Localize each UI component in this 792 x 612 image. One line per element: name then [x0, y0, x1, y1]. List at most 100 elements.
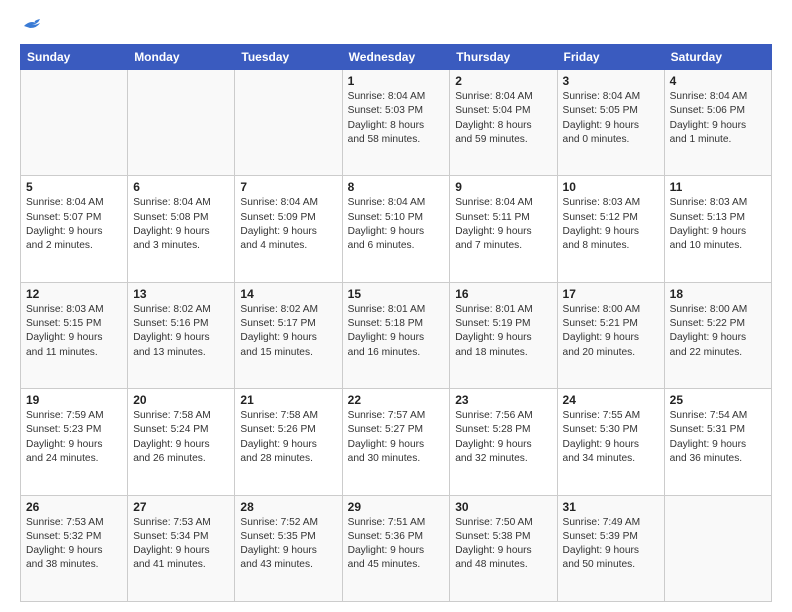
day-info: Sunrise: 8:03 AMSunset: 5:13 PMDaylight:… [670, 196, 766, 253]
calendar-cell: 10Sunrise: 8:03 AMSunset: 5:12 PMDayligh… [557, 176, 664, 282]
day-number: 25 [670, 393, 766, 407]
calendar-cell: 13 Sunrise: 8:02 AMSunset: 5:16 PMDayligh… [128, 282, 235, 388]
calendar-cell: 4 Sunrise: 8:04 AMSunset: 5:06 PMDaylight… [664, 70, 771, 176]
calendar-cell: 27 Sunrise: 7:53 AMSunset: 5:34 PMDayligh… [128, 495, 235, 601]
day-number: 7 [240, 180, 336, 194]
day-number: 24 [563, 393, 659, 407]
calendar-cell: 7 Sunrise: 8:04 AMSunset: 5:09 PMDaylight… [235, 176, 342, 282]
calendar-cell: 8 Sunrise: 8:04 AMSunset: 5:10 PMDaylight… [342, 176, 450, 282]
calendar-cell: 14Sunrise: 8:02 AMSunset: 5:17 PMDayligh… [235, 282, 342, 388]
page: SundayMondayTuesdayWednesdayThursdayFrid… [0, 0, 792, 612]
day-number: 31 [563, 500, 659, 514]
day-info: Sunrise: 8:00 AMSunset: 5:22 PMDaylight:… [670, 303, 766, 360]
calendar-cell: 29Sunrise: 7:51 AMSunset: 5:36 PMDayligh… [342, 495, 450, 601]
weekday-header-tuesday: Tuesday [235, 45, 342, 70]
logo [20, 18, 42, 34]
calendar-week-4: 19Sunrise: 7:59 AMSunset: 5:23 PMDayligh… [21, 389, 772, 495]
day-number: 26 [26, 500, 122, 514]
day-info: Sunrise: 8:01 AMSunset: 5:18 PMDaylight:… [348, 303, 445, 360]
calendar-cell: 2 Sunrise: 8:04 AMSunset: 5:04 PMDaylight… [450, 70, 557, 176]
calendar-cell: 1Sunrise: 8:04 AMSunset: 5:03 PMDaylight… [342, 70, 450, 176]
day-number: 28 [240, 500, 336, 514]
day-number: 17 [563, 287, 659, 301]
day-info: Sunrise: 8:04 AMSunset: 5:06 PMDaylight:… [670, 90, 766, 147]
calendar-cell: 6Sunrise: 8:04 AMSunset: 5:08 PMDaylight… [128, 176, 235, 282]
calendar-header-row: SundayMondayTuesdayWednesdayThursdayFrid… [21, 45, 772, 70]
day-number: 14 [240, 287, 336, 301]
day-info: Sunrise: 8:03 AMSunset: 5:15 PMDaylight:… [26, 303, 122, 360]
day-number: 2 [455, 74, 551, 88]
day-info: Sunrise: 8:04 AMSunset: 5:09 PMDaylight:… [240, 196, 336, 253]
day-info: Sunrise: 8:00 AMSunset: 5:21 PMDaylight:… [563, 303, 659, 360]
day-info: Sunrise: 7:49 AMSunset: 5:39 PMDaylight:… [563, 516, 659, 573]
calendar-table: SundayMondayTuesdayWednesdayThursdayFrid… [20, 44, 772, 602]
day-info: Sunrise: 7:53 AMSunset: 5:34 PMDaylight:… [133, 516, 229, 573]
day-number: 3 [563, 74, 659, 88]
calendar-cell: 26 Sunrise: 7:53 AMSunset: 5:32 PMDayligh… [21, 495, 128, 601]
day-number: 5 [26, 180, 122, 194]
calendar-cell: 3 Sunrise: 8:04 AMSunset: 5:05 PMDaylight… [557, 70, 664, 176]
day-number: 11 [670, 180, 766, 194]
weekday-header-monday: Monday [128, 45, 235, 70]
day-number: 20 [133, 393, 229, 407]
calendar-cell: 12 Sunrise: 8:03 AMSunset: 5:15 PMDayligh… [21, 282, 128, 388]
day-info: Sunrise: 8:04 AMSunset: 5:10 PMDaylight:… [348, 196, 445, 253]
header [20, 18, 772, 34]
day-number: 30 [455, 500, 551, 514]
day-number: 27 [133, 500, 229, 514]
calendar-cell: 23 Sunrise: 7:56 AMSunset: 5:28 PMDayligh… [450, 389, 557, 495]
calendar-cell [235, 70, 342, 176]
day-number: 9 [455, 180, 551, 194]
calendar-cell: 24 Sunrise: 7:55 AMSunset: 5:30 PMDayligh… [557, 389, 664, 495]
day-info: Sunrise: 7:56 AMSunset: 5:28 PMDaylight:… [455, 409, 551, 466]
calendar-cell: 11 Sunrise: 8:03 AMSunset: 5:13 PMDayligh… [664, 176, 771, 282]
day-number: 18 [670, 287, 766, 301]
day-number: 16 [455, 287, 551, 301]
weekday-header-wednesday: Wednesday [342, 45, 450, 70]
calendar-cell [664, 495, 771, 601]
calendar-cell [128, 70, 235, 176]
weekday-header-saturday: Saturday [664, 45, 771, 70]
logo-bird-icon [22, 18, 42, 34]
calendar-cell: 31 Sunrise: 7:49 AMSunset: 5:39 PMDayligh… [557, 495, 664, 601]
calendar-cell: 9 Sunrise: 8:04 AMSunset: 5:11 PMDaylight… [450, 176, 557, 282]
calendar-cell: 17 Sunrise: 8:00 AMSunset: 5:21 PMDayligh… [557, 282, 664, 388]
day-number: 13 [133, 287, 229, 301]
day-info: Sunrise: 7:51 AMSunset: 5:36 PMDaylight:… [348, 516, 445, 573]
day-number: 19 [26, 393, 122, 407]
day-number: 12 [26, 287, 122, 301]
day-info: Sunrise: 7:58 AMSunset: 5:24 PMDaylight:… [133, 409, 229, 466]
calendar-week-1: 1Sunrise: 8:04 AMSunset: 5:03 PMDaylight… [21, 70, 772, 176]
day-number: 23 [455, 393, 551, 407]
day-info: Sunrise: 8:04 AMSunset: 5:04 PMDaylight:… [455, 90, 551, 147]
weekday-header-sunday: Sunday [21, 45, 128, 70]
calendar-cell: 25Sunrise: 7:54 AMSunset: 5:31 PMDayligh… [664, 389, 771, 495]
day-info: Sunrise: 7:55 AMSunset: 5:30 PMDaylight:… [563, 409, 659, 466]
calendar-cell: 16 Sunrise: 8:01 AMSunset: 5:19 PMDayligh… [450, 282, 557, 388]
day-number: 6 [133, 180, 229, 194]
calendar-cell: 19Sunrise: 7:59 AMSunset: 5:23 PMDayligh… [21, 389, 128, 495]
day-number: 21 [240, 393, 336, 407]
day-info: Sunrise: 7:50 AMSunset: 5:38 PMDaylight:… [455, 516, 551, 573]
calendar-cell: 20 Sunrise: 7:58 AMSunset: 5:24 PMDayligh… [128, 389, 235, 495]
calendar-cell: 18 Sunrise: 8:00 AMSunset: 5:22 PMDayligh… [664, 282, 771, 388]
day-number: 22 [348, 393, 445, 407]
calendar-cell: 5 Sunrise: 8:04 AMSunset: 5:07 PMDaylight… [21, 176, 128, 282]
day-info: Sunrise: 8:04 AMSunset: 5:05 PMDaylight:… [563, 90, 659, 147]
day-number: 10 [563, 180, 659, 194]
day-info: Sunrise: 8:04 AMSunset: 5:07 PMDaylight:… [26, 196, 122, 253]
calendar-week-3: 12 Sunrise: 8:03 AMSunset: 5:15 PMDayligh… [21, 282, 772, 388]
day-info: Sunrise: 8:02 AMSunset: 5:16 PMDaylight:… [133, 303, 229, 360]
day-info: Sunrise: 8:04 AMSunset: 5:11 PMDaylight:… [455, 196, 551, 253]
day-info: Sunrise: 7:53 AMSunset: 5:32 PMDaylight:… [26, 516, 122, 573]
day-number: 1 [348, 74, 445, 88]
weekday-header-friday: Friday [557, 45, 664, 70]
day-number: 8 [348, 180, 445, 194]
day-info: Sunrise: 8:01 AMSunset: 5:19 PMDaylight:… [455, 303, 551, 360]
calendar-cell: 21Sunrise: 7:58 AMSunset: 5:26 PMDayligh… [235, 389, 342, 495]
day-number: 15 [348, 287, 445, 301]
day-info: Sunrise: 7:57 AMSunset: 5:27 PMDaylight:… [348, 409, 445, 466]
calendar-cell: 15 Sunrise: 8:01 AMSunset: 5:18 PMDayligh… [342, 282, 450, 388]
day-number: 4 [670, 74, 766, 88]
day-info: Sunrise: 7:52 AMSunset: 5:35 PMDaylight:… [240, 516, 336, 573]
